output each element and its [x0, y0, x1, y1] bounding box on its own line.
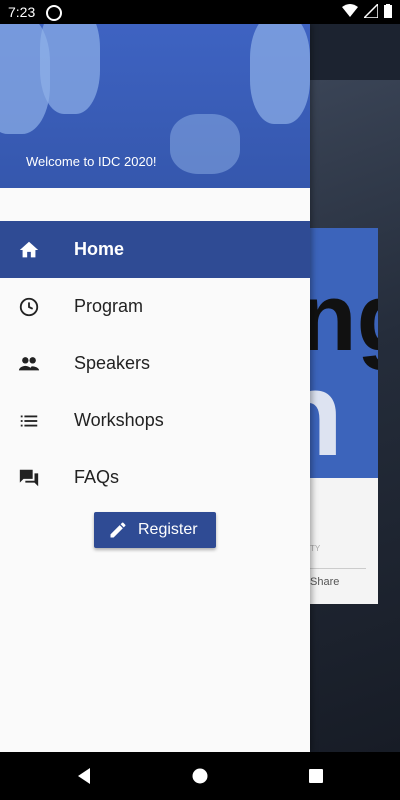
menu-item-faqs[interactable]: FAQs: [0, 449, 310, 506]
card-share-label: Share: [310, 576, 340, 588]
drawer-header: Welcome to IDC 2020!: [0, 24, 310, 188]
status-icons: [342, 4, 392, 18]
background-card-image: ng n: [310, 228, 378, 478]
menu-item-home[interactable]: Home: [0, 221, 310, 278]
status-time: 7:23: [8, 4, 36, 20]
menu-item-speakers[interactable]: Speakers: [0, 335, 310, 392]
card-big-text-2: n: [310, 354, 343, 474]
clock-icon: [19, 297, 39, 317]
menu-item-label: FAQs: [74, 467, 120, 487]
back-icon[interactable]: [74, 766, 94, 786]
signal-icon: [364, 4, 378, 18]
home-icon: [19, 241, 39, 258]
background-content: ng n TY Share: [310, 24, 400, 752]
card-divider: [310, 568, 366, 569]
header-image-shape: [40, 24, 100, 114]
people-icon: [18, 357, 40, 371]
header-image-shape: [250, 24, 310, 124]
status-bar: 7:23: [0, 0, 400, 24]
drawer-welcome-text: Welcome to IDC 2020!: [26, 154, 157, 169]
home-circle-icon[interactable]: [190, 766, 210, 786]
header-image-shape: [170, 114, 240, 174]
register-button[interactable]: Register: [94, 512, 216, 548]
recents-icon[interactable]: [306, 766, 326, 786]
navigation-drawer: Welcome to IDC 2020! Home Program Speake…: [0, 24, 310, 752]
wifi-icon: [342, 4, 358, 17]
background-card: ng n TY Share: [310, 228, 378, 604]
register-button-label: Register: [138, 521, 198, 538]
menu-item-label: Speakers: [74, 353, 151, 373]
menu-item-workshops[interactable]: Workshops: [0, 392, 310, 449]
pencil-icon: [110, 522, 126, 538]
chat-icon: [19, 469, 39, 487]
menu-item-label: Home: [74, 239, 125, 259]
sync-icon: [46, 5, 62, 21]
list-icon: [20, 415, 38, 427]
menu-item-label: Workshops: [74, 410, 164, 430]
battery-icon: [384, 4, 392, 18]
drawer-menu: Home Program Speakers Workshops FAQs: [0, 221, 310, 506]
system-nav-bar: [0, 752, 400, 800]
card-faint-text: TY: [310, 544, 321, 553]
menu-item-label: Program: [74, 296, 144, 316]
menu-item-program[interactable]: Program: [0, 278, 310, 335]
